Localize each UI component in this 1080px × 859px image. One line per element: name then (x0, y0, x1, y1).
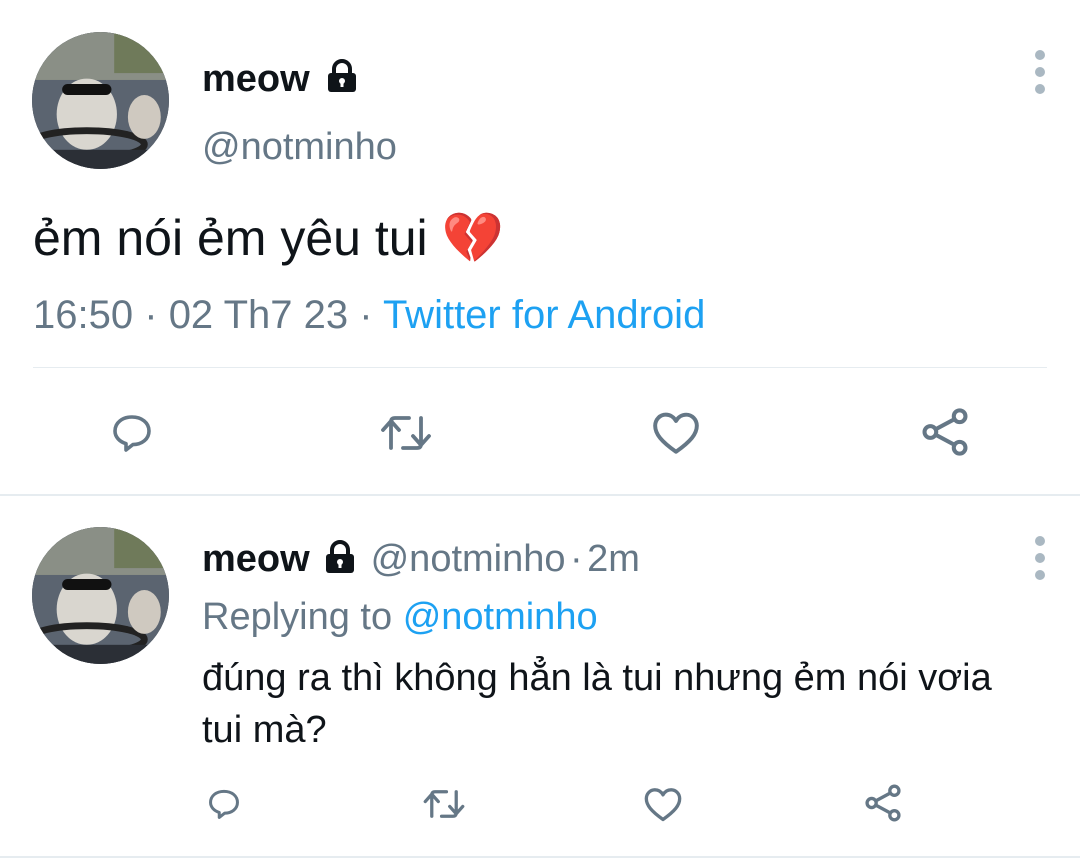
display-name[interactable]: meow (202, 538, 310, 580)
share-icon (922, 408, 968, 456)
avatar-image (32, 527, 169, 664)
reply-author-row: meow @notminho · 2m (202, 536, 640, 593)
handle[interactable]: @notminho (371, 538, 566, 580)
avatar[interactable] (32, 527, 169, 664)
handle[interactable]: @notminho (202, 124, 397, 170)
like-icon (653, 412, 699, 454)
more-icon[interactable] (1030, 50, 1050, 94)
divider (33, 367, 1047, 368)
share-button[interactable] (860, 780, 906, 826)
meta-separator: · (144, 293, 158, 337)
replying-to-label: Replying to (202, 596, 393, 638)
reply-button[interactable] (202, 782, 246, 826)
meta-separator: · (569, 538, 583, 580)
retweet-button[interactable] (376, 405, 436, 461)
tweet-thread: meow @notminho ẻm nói ẻm yêu tui 💔 16:50… (0, 0, 1080, 859)
avatar[interactable] (32, 32, 169, 169)
tweet-source-link[interactable]: Twitter for Android (383, 293, 705, 337)
avatar-image (32, 32, 169, 169)
reply-icon (209, 789, 239, 819)
tweet-text: ẻm nói ẻm yêu tui 💔 (33, 206, 504, 270)
broken-heart-emoji: 💔 (441, 210, 504, 266)
section-divider (0, 494, 1080, 496)
like-button[interactable] (648, 405, 704, 461)
like-icon (644, 787, 682, 821)
lock-icon (322, 540, 358, 593)
more-icon[interactable] (1030, 536, 1050, 580)
tweet-text-body: ẻm nói ẻm yêu tui (33, 210, 428, 266)
retweet-button[interactable] (420, 782, 468, 826)
meta-separator: · (359, 293, 373, 337)
lock-icon (324, 59, 360, 114)
replying-to: Replying to @notminho (202, 594, 598, 640)
bottom-divider (0, 856, 1080, 858)
author-row: meow (202, 54, 360, 114)
reply-icon (113, 415, 151, 452)
tweet-time[interactable]: 16:50 (33, 293, 133, 337)
reply-tweet-text: đúng ra thì không hẳn là tui nhưng ẻm nó… (202, 657, 992, 751)
reply-button[interactable] (104, 405, 160, 461)
retweet-icon (423, 790, 465, 818)
tweet-meta: 16:50 · 02 Th7 23 · Twitter for Android (33, 292, 705, 338)
display-name[interactable]: meow (202, 58, 310, 100)
tweet-date[interactable]: 02 Th7 23 (169, 293, 348, 337)
share-button[interactable] (916, 403, 974, 461)
retweet-icon (381, 416, 431, 450)
tweet-age[interactable]: 2m (587, 538, 640, 580)
like-button[interactable] (641, 782, 685, 826)
replying-to-mention[interactable]: @notminho (403, 596, 598, 638)
share-icon (865, 784, 901, 822)
